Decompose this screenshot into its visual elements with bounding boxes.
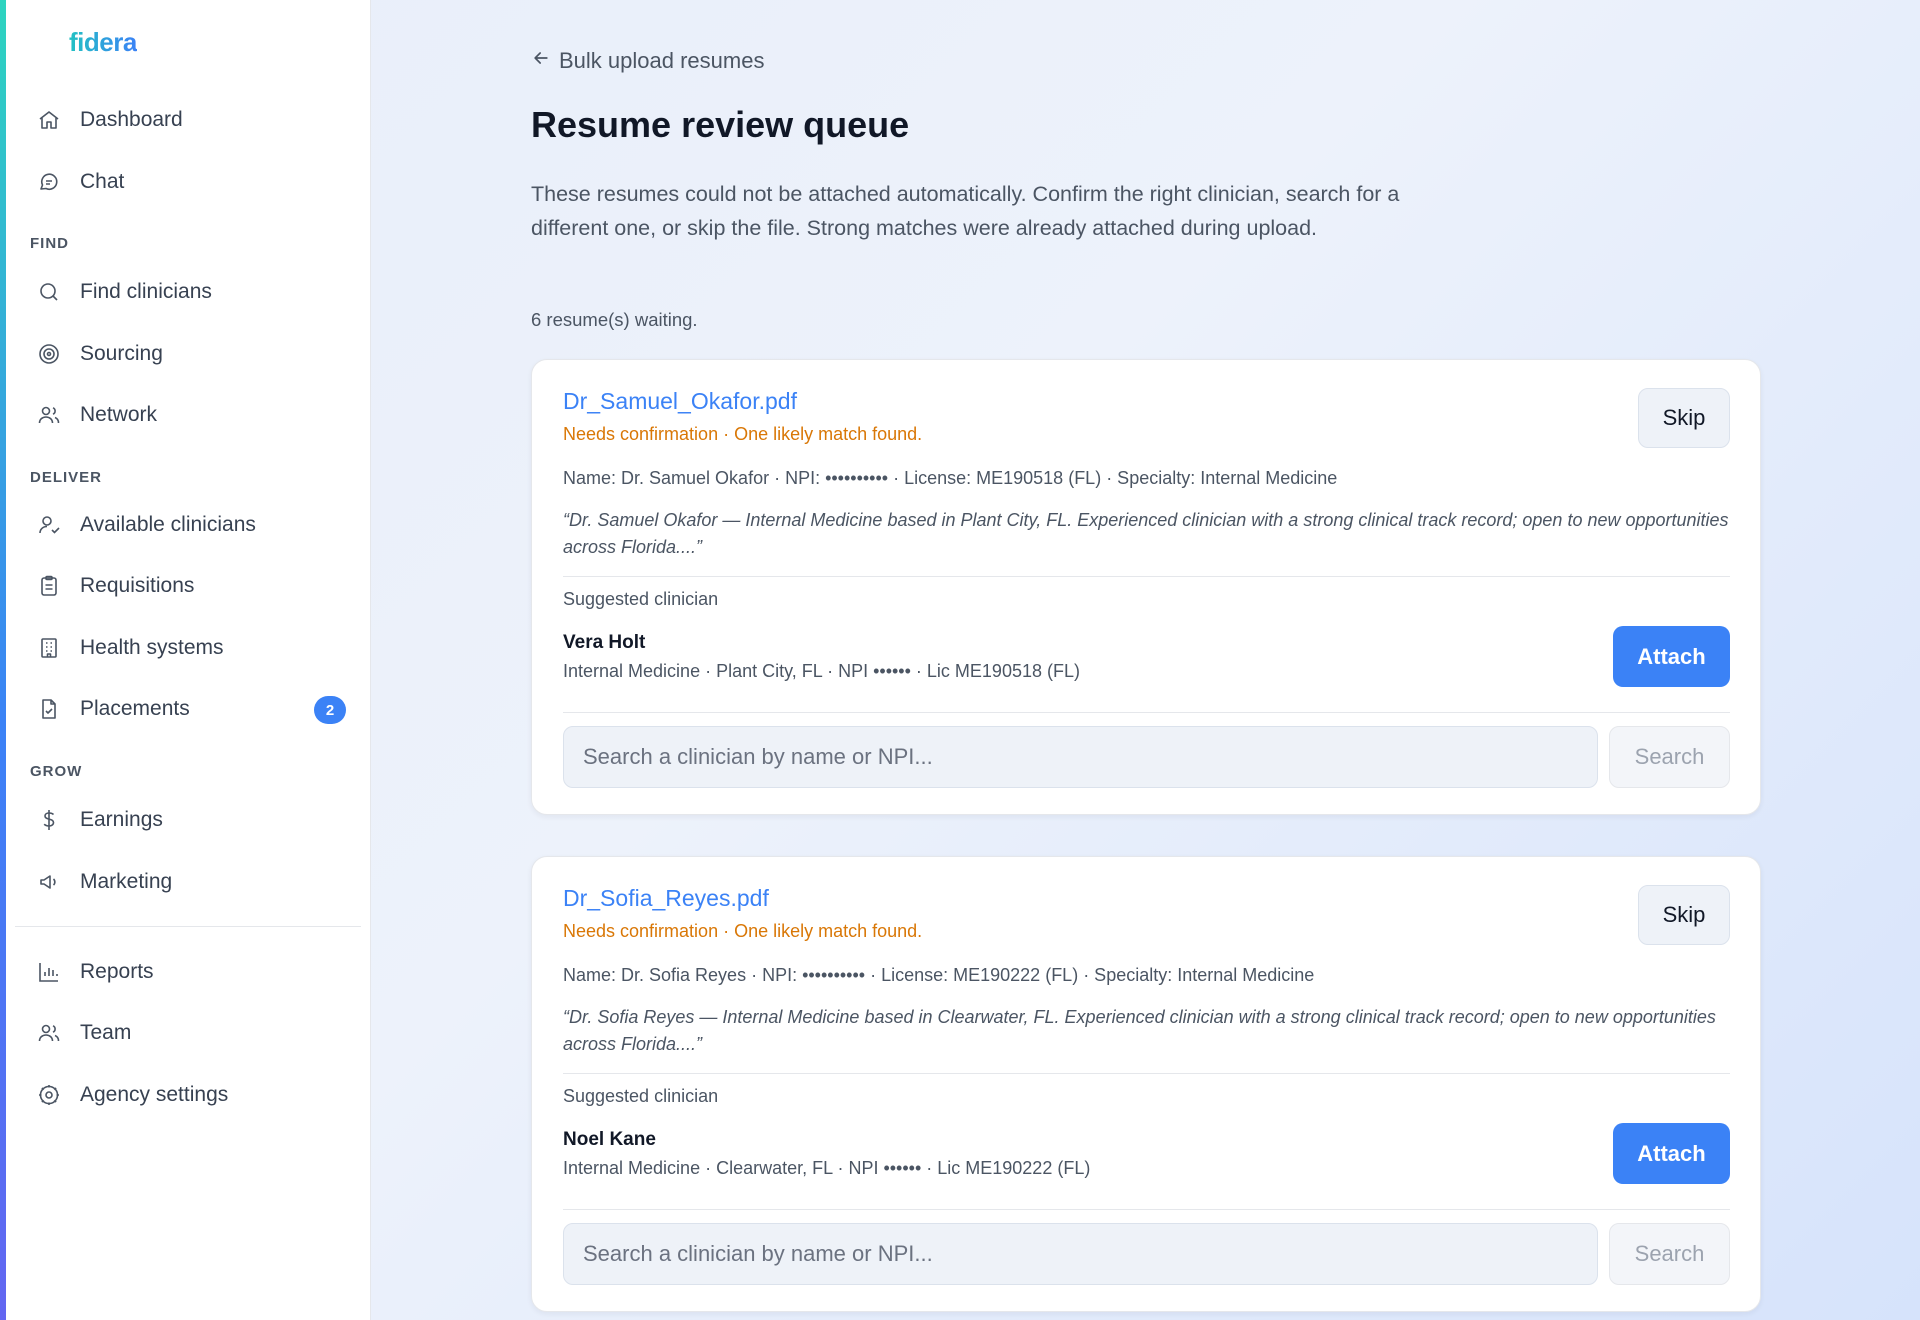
sidebar-item-dashboard[interactable]: Dashboard [30, 96, 360, 144]
chat-icon [36, 169, 62, 195]
resume-filename-link[interactable]: Dr_Sofia_Reyes.pdf [563, 885, 769, 912]
suggested-clinician-name: Vera Holt [563, 632, 646, 653]
users-icon [36, 402, 62, 428]
sidebar-item-label: Find clinicians [80, 280, 212, 303]
sidebar: fidera Dashboard Chat FIND Find clinicia… [6, 0, 371, 1320]
sidebar-item-label: Requisitions [80, 574, 195, 597]
sidebar-item-marketing[interactable]: Marketing [30, 858, 360, 906]
dollar-icon [36, 807, 62, 833]
gear-icon [36, 1082, 62, 1108]
arrow-left-icon [531, 48, 551, 74]
sidebar-item-chat[interactable]: Chat [30, 158, 360, 206]
sidebar-item-placements[interactable]: Placements 2 [30, 685, 360, 733]
sidebar-item-label: Agency settings [80, 1083, 229, 1106]
page-title: Resume review queue [531, 104, 910, 145]
suggested-clinician-details: Internal Medicine · Clearwater, FL · NPI… [563, 1158, 1091, 1178]
placements-count-badge: 2 [314, 696, 346, 724]
sidebar-item-requisitions[interactable]: Requisitions [30, 562, 360, 610]
sidebar-item-label: Dashboard [80, 108, 183, 131]
section-label-grow: GROW [30, 763, 83, 780]
card-divider [563, 1073, 1730, 1074]
section-label-find: FIND [30, 235, 69, 252]
sidebar-item-team[interactable]: Team [30, 1009, 360, 1057]
bar-chart-icon [36, 959, 62, 985]
suggested-clinician-name: Noel Kane [563, 1129, 656, 1150]
sidebar-item-agency-settings[interactable]: Agency settings [30, 1071, 360, 1119]
resume-excerpt: “Dr. Sofia Reyes — Internal Medicine bas… [563, 1007, 1716, 1054]
card-divider [563, 1209, 1730, 1210]
sidebar-divider [15, 926, 361, 927]
resume-card: Dr_Samuel_Okafor.pdf Needs confirmation … [531, 359, 1761, 815]
back-link-label: Bulk upload resumes [559, 48, 765, 73]
user-check-icon [36, 512, 62, 538]
app-logo[interactable]: fidera [69, 27, 137, 58]
suggested-clinician-label: Suggested clinician [563, 1086, 719, 1106]
resume-filename-link[interactable]: Dr_Samuel_Okafor.pdf [563, 388, 797, 415]
search-icon [36, 279, 62, 305]
sidebar-item-label: Placements [80, 697, 190, 720]
resume-card: Dr_Sofia_Reyes.pdf Needs confirmation · … [531, 856, 1761, 1312]
clinician-search-input[interactable] [563, 726, 1598, 788]
resume-meta: Name: Dr. Samuel Okafor · NPI: •••••••••… [563, 468, 1338, 488]
sidebar-item-label: Available clinicians [80, 513, 256, 536]
sidebar-item-network[interactable]: Network [30, 391, 360, 439]
sidebar-item-label: Team [80, 1021, 132, 1044]
sidebar-item-label: Health systems [80, 636, 224, 659]
sidebar-item-find-clinicians[interactable]: Find clinicians [30, 268, 360, 316]
attach-button[interactable]: Attach [1613, 1123, 1730, 1184]
skip-button[interactable]: Skip [1638, 885, 1730, 945]
resume-excerpt: “Dr. Samuel Okafor — Internal Medicine b… [563, 510, 1729, 557]
waiting-count: 6 resume(s) waiting. [531, 309, 698, 330]
resume-meta: Name: Dr. Sofia Reyes · NPI: •••••••••• … [563, 965, 1315, 985]
page-description: These resumes could not be attached auto… [531, 182, 1400, 240]
sidebar-item-label: Chat [80, 170, 125, 193]
sidebar-item-reports[interactable]: Reports [30, 948, 360, 996]
sidebar-item-sourcing[interactable]: Sourcing [30, 330, 360, 378]
section-label-deliver: DELIVER [30, 469, 103, 486]
suggested-clinician-details: Internal Medicine · Plant City, FL · NPI… [563, 661, 1080, 681]
clinician-search-input[interactable] [563, 1223, 1598, 1285]
sidebar-item-label: Network [80, 403, 158, 426]
sidebar-item-label: Sourcing [80, 342, 163, 365]
skip-button[interactable]: Skip [1638, 388, 1730, 448]
file-check-icon [36, 696, 62, 722]
clipboard-icon [36, 573, 62, 599]
card-divider [563, 712, 1730, 713]
sidebar-item-available-clinicians[interactable]: Available clinicians [30, 501, 360, 549]
match-status: Needs confirmation · One likely match fo… [563, 921, 923, 941]
building-icon [36, 635, 62, 661]
home-icon [36, 107, 62, 133]
suggested-clinician-label: Suggested clinician [563, 589, 719, 609]
back-link[interactable]: Bulk upload resumes [531, 48, 764, 74]
search-button[interactable]: Search [1609, 726, 1730, 788]
attach-button[interactable]: Attach [1613, 626, 1730, 687]
sidebar-item-label: Marketing [80, 870, 173, 893]
team-icon [36, 1020, 62, 1046]
sidebar-item-label: Reports [80, 960, 154, 983]
sidebar-item-label: Earnings [80, 808, 163, 831]
match-status: Needs confirmation · One likely match fo… [563, 424, 923, 444]
search-button[interactable]: Search [1609, 1223, 1730, 1285]
target-icon [36, 341, 62, 367]
card-divider [563, 576, 1730, 577]
sidebar-item-health-systems[interactable]: Health systems [30, 624, 360, 672]
sidebar-item-earnings[interactable]: Earnings [30, 796, 360, 844]
megaphone-icon [36, 869, 62, 895]
